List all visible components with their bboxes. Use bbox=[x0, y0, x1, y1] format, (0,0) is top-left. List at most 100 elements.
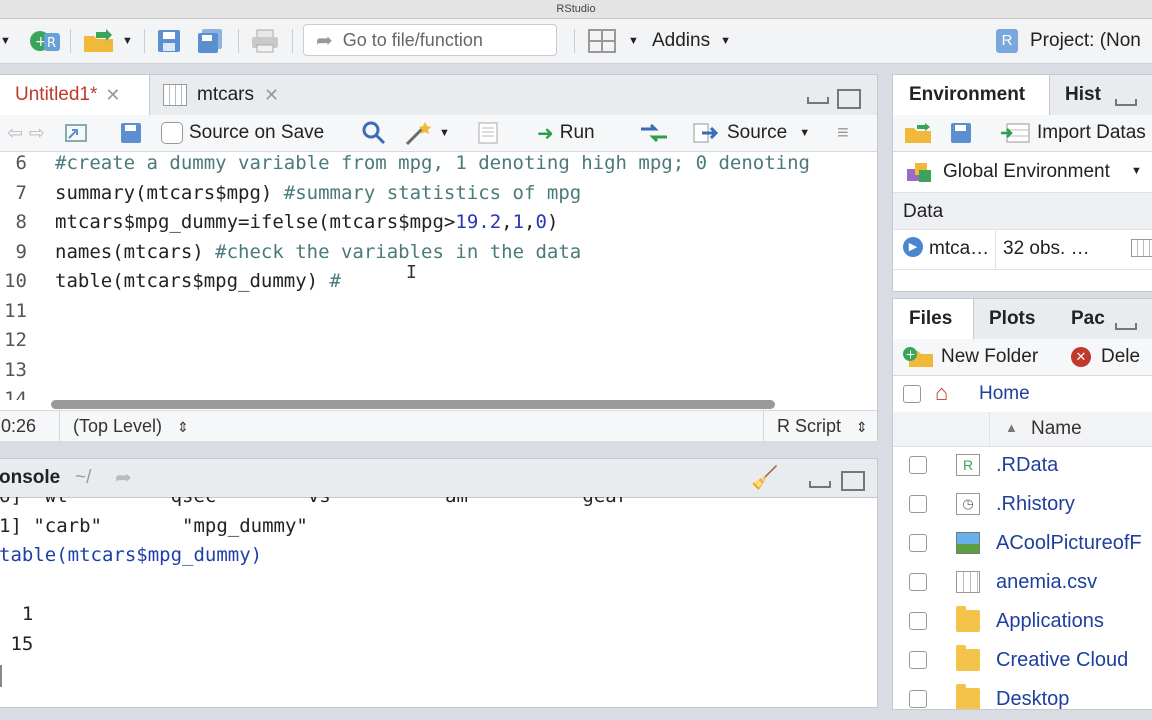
maximize-pane-icon[interactable] bbox=[841, 471, 865, 491]
file-name-link[interactable]: ACoolPictureofF bbox=[996, 532, 1142, 555]
files-list: R .RData ◷ .Rhistory ACoolPictureofF anemia.c… bbox=[893, 446, 1152, 709]
code-tools-wand-icon[interactable]: ▼ bbox=[403, 119, 450, 147]
tab-untitled1[interactable]: Untitled1* ✕ bbox=[0, 75, 150, 115]
dropdown-arrow-icon[interactable]: ▼ bbox=[0, 27, 11, 55]
import-dataset-button[interactable]: Import Datas bbox=[1001, 119, 1146, 147]
view-data-table-icon[interactable] bbox=[1131, 239, 1152, 257]
import-dataset-icon bbox=[1001, 123, 1030, 143]
new-project-icon[interactable]: + R bbox=[28, 27, 64, 55]
close-icon[interactable]: ✕ bbox=[105, 85, 120, 106]
file-checkbox[interactable] bbox=[909, 690, 927, 708]
tab-mtcars[interactable]: mtcars ✕ bbox=[151, 75, 291, 115]
save-all-icon[interactable] bbox=[196, 27, 226, 55]
line-number: 6 bbox=[15, 152, 27, 174]
pane-layout-icon[interactable]: ▼ bbox=[588, 27, 639, 55]
open-project-icon[interactable]: ▼ bbox=[82, 27, 133, 55]
clear-console-broom-icon[interactable]: 🧹 bbox=[751, 465, 778, 491]
console-output[interactable]: 6] wt qsec vs am gear 1] "carb" "mpg_dumm… bbox=[0, 497, 877, 707]
compile-report-icon[interactable] bbox=[477, 119, 499, 147]
go-to-directory-icon[interactable]: ➦ bbox=[115, 465, 132, 490]
tab-history[interactable]: Hist bbox=[1065, 75, 1101, 115]
file-row[interactable]: Creative Cloud bbox=[893, 641, 1152, 680]
console-header: onsole ~/ ➦ 🧹 bbox=[0, 459, 877, 498]
delete-button[interactable]: ✕ Dele bbox=[1071, 343, 1140, 371]
goto-file-function-input[interactable]: ➦ Go to file/function bbox=[303, 24, 557, 56]
line-number: 10 bbox=[4, 270, 27, 292]
rerun-icon[interactable] bbox=[639, 119, 669, 147]
file-checkbox[interactable] bbox=[909, 534, 927, 552]
tab-environment[interactable]: Environment bbox=[893, 75, 1050, 115]
environment-row-mtcars[interactable]: ▶ mtca… 32 obs. … bbox=[893, 229, 1152, 270]
run-button[interactable]: ➜ Run bbox=[537, 119, 595, 147]
save-icon[interactable] bbox=[156, 27, 182, 55]
tab-label: Plots bbox=[989, 308, 1036, 329]
image-icon bbox=[956, 532, 980, 554]
source-on-save-toggle[interactable]: Source on Save bbox=[161, 119, 324, 147]
code-line: summary(mtcars$mpg) #summary statistics … bbox=[55, 182, 581, 204]
addins-menu[interactable]: Addins ▼ bbox=[652, 27, 731, 55]
minimize-pane-icon[interactable] bbox=[1115, 323, 1137, 330]
code-token: 19.2 bbox=[455, 211, 502, 233]
file-name-link[interactable]: .Rhistory bbox=[996, 493, 1075, 516]
horizontal-scrollbar-thumb[interactable] bbox=[51, 400, 775, 409]
show-in-window-icon[interactable] bbox=[63, 119, 89, 147]
file-checkbox[interactable] bbox=[909, 612, 927, 630]
cursor-position: 0:26 bbox=[1, 416, 37, 436]
file-name-link[interactable]: Desktop bbox=[996, 688, 1069, 709]
back-arrow-icon[interactable]: ⇦ bbox=[7, 119, 23, 147]
file-row[interactable]: ACoolPictureofF bbox=[893, 524, 1152, 563]
file-checkbox[interactable] bbox=[909, 651, 927, 669]
folder-icon bbox=[956, 684, 980, 709]
tab-files[interactable]: Files bbox=[893, 299, 974, 339]
new-folder-button[interactable]: + New Folder bbox=[903, 343, 1038, 371]
minimize-pane-icon[interactable] bbox=[809, 481, 831, 488]
code-token: ) bbox=[546, 211, 559, 233]
tab-packages[interactable]: Pac bbox=[1071, 299, 1105, 339]
minimize-pane-icon[interactable] bbox=[807, 97, 829, 104]
file-name-link[interactable]: Applications bbox=[996, 610, 1104, 633]
line-number: 11 bbox=[4, 299, 27, 322]
file-row[interactable]: Desktop bbox=[893, 680, 1152, 709]
file-row[interactable]: anemia.csv bbox=[893, 563, 1152, 602]
print-icon[interactable] bbox=[250, 27, 280, 55]
find-replace-icon[interactable] bbox=[361, 119, 387, 147]
scope-selector[interactable]: (Top Level) ⇕ bbox=[73, 416, 189, 437]
minimize-pane-icon[interactable] bbox=[1115, 99, 1137, 106]
maximize-pane-icon[interactable] bbox=[837, 89, 861, 109]
environment-toolbar: Import Datas bbox=[893, 115, 1152, 152]
home-icon[interactable]: ⌂ bbox=[935, 380, 948, 406]
file-row[interactable]: Applications bbox=[893, 602, 1152, 641]
file-name-link[interactable]: Creative Cloud bbox=[996, 649, 1128, 672]
file-row[interactable]: ◷ .Rhistory bbox=[893, 485, 1152, 524]
select-all-checkbox[interactable] bbox=[903, 385, 921, 403]
source-on-save-checkbox[interactable] bbox=[161, 122, 183, 144]
name-column-header[interactable]: Name bbox=[1031, 418, 1082, 440]
file-name-link[interactable]: anemia.csv bbox=[996, 571, 1097, 594]
line-number: 13 bbox=[4, 358, 27, 381]
load-workspace-icon[interactable] bbox=[903, 119, 935, 147]
tab-label: Environment bbox=[909, 84, 1026, 105]
project-menu[interactable]: R Project: (Non bbox=[996, 27, 1141, 55]
save-workspace-icon[interactable] bbox=[949, 119, 973, 147]
file-row[interactable]: R .RData bbox=[893, 446, 1152, 485]
file-checkbox[interactable] bbox=[909, 456, 927, 474]
expand-row-icon[interactable]: ▶ bbox=[903, 237, 923, 257]
save-icon[interactable] bbox=[119, 119, 143, 147]
environment-scope-selector[interactable]: Global Environment ▼ bbox=[893, 152, 1152, 193]
tab-plots[interactable]: Plots bbox=[989, 299, 1035, 339]
forward-arrow-icon[interactable]: ⇨ bbox=[29, 119, 45, 147]
chevron-down-icon: ▼ bbox=[799, 127, 811, 139]
source-button[interactable]: Source ▼ bbox=[693, 119, 810, 147]
folder-icon bbox=[956, 645, 980, 671]
close-icon[interactable]: ✕ bbox=[264, 85, 279, 106]
sort-ascending-icon: ▲ bbox=[1005, 420, 1018, 435]
file-checkbox[interactable] bbox=[909, 495, 927, 513]
breadcrumb-home-link[interactable]: Home bbox=[979, 383, 1030, 405]
addins-label: Addins bbox=[652, 30, 711, 51]
variable-value: 32 obs. … bbox=[1003, 238, 1090, 259]
file-checkbox[interactable] bbox=[909, 573, 927, 591]
file-type-selector[interactable]: R Script ⇕ bbox=[777, 416, 868, 437]
document-outline-icon[interactable]: ≡ bbox=[837, 119, 849, 147]
code-editor[interactable]: 6 7 8 9 10 11 12 13 14 #create a dummy variable … bbox=[0, 152, 877, 400]
file-name-link[interactable]: .RData bbox=[996, 454, 1058, 477]
